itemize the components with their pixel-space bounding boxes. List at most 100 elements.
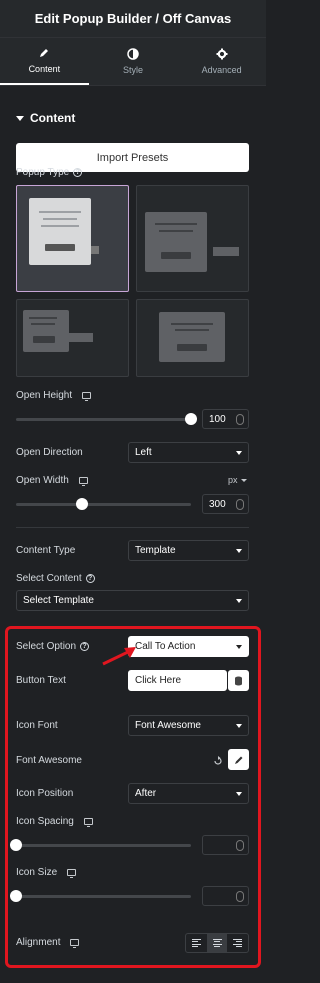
open-height-input[interactable]: 100 bbox=[202, 409, 249, 429]
icon-font-value: Font Awesome bbox=[135, 720, 201, 731]
align-left-button[interactable] bbox=[186, 934, 207, 952]
gear-icon bbox=[216, 48, 228, 60]
content-type-select[interactable]: Template bbox=[128, 540, 249, 561]
icon-picker-button[interactable] bbox=[228, 749, 249, 770]
preview-line bbox=[29, 317, 57, 319]
select-option-label-row: Select Option ? bbox=[16, 641, 90, 652]
stepper-icon[interactable] bbox=[236, 414, 244, 425]
icon-position-label: Icon Position bbox=[16, 788, 74, 799]
popup-type-label: Popup Type bbox=[16, 167, 70, 178]
tab-style[interactable]: Style bbox=[89, 38, 178, 85]
popup-type-option-small-left[interactable] bbox=[16, 299, 129, 377]
open-height-label-row: Open Height bbox=[16, 390, 92, 401]
stepper-icon[interactable] bbox=[236, 840, 244, 851]
icon-position-select[interactable]: After bbox=[128, 783, 249, 804]
unit-selector[interactable]: px bbox=[228, 475, 247, 485]
select-template-select[interactable]: Select Template bbox=[16, 590, 249, 611]
stepper-icon[interactable] bbox=[236, 499, 244, 510]
popup-type-label-row: Popup Type ? bbox=[16, 167, 83, 178]
slider-handle[interactable] bbox=[10, 890, 22, 902]
preview-line bbox=[155, 223, 197, 225]
unit-value: px bbox=[228, 475, 238, 485]
select-template-value: Select Template bbox=[23, 595, 94, 606]
toggle-tab-shape bbox=[91, 246, 99, 254]
preview-line bbox=[43, 218, 77, 220]
reset-icon[interactable] bbox=[213, 756, 223, 766]
open-width-input[interactable]: 300 bbox=[202, 494, 249, 514]
preview-line bbox=[31, 323, 55, 325]
icon-size-slider[interactable] bbox=[10, 890, 191, 902]
section-toggle-content[interactable]: Content bbox=[16, 111, 75, 125]
select-content-label: Select Content bbox=[16, 573, 82, 584]
chevron-down-icon bbox=[236, 792, 242, 796]
icon-position-value: After bbox=[135, 788, 157, 799]
tab-advanced[interactable]: Advanced bbox=[177, 38, 266, 85]
desktop-icon bbox=[78, 477, 88, 486]
chevron-down-icon bbox=[236, 724, 242, 728]
slider-handle[interactable] bbox=[76, 498, 88, 510]
icon-spacing-input[interactable] bbox=[202, 835, 249, 855]
section-title: Content bbox=[30, 111, 76, 125]
popup-type-option-center[interactable] bbox=[16, 185, 129, 292]
select-option-select[interactable]: Call To Action bbox=[128, 636, 249, 657]
desktop-icon bbox=[67, 869, 77, 878]
slider-handle[interactable] bbox=[185, 413, 197, 425]
button-text-value: Click Here bbox=[135, 675, 182, 686]
preview-button bbox=[33, 336, 55, 343]
chevron-down-icon bbox=[236, 599, 242, 603]
dynamic-tags-button[interactable] bbox=[228, 670, 249, 691]
desktop-icon bbox=[83, 818, 93, 827]
icon-size-label-row: Icon Size bbox=[16, 867, 77, 878]
chevron-down-icon bbox=[236, 645, 242, 649]
icon-font-label: Icon Font bbox=[16, 720, 58, 731]
open-height-label: Open Height bbox=[16, 390, 73, 401]
chevron-down-icon bbox=[236, 549, 242, 553]
preview-line bbox=[39, 211, 81, 213]
select-option-value: Call To Action bbox=[135, 641, 196, 652]
pencil-icon bbox=[234, 756, 242, 764]
help-icon: ? bbox=[85, 574, 95, 583]
desktop-icon bbox=[70, 939, 80, 948]
alignment-label-row: Alignment bbox=[16, 937, 80, 948]
button-text-input[interactable]: Click Here bbox=[128, 670, 227, 691]
red-arrow-icon bbox=[102, 647, 136, 666]
align-center-button[interactable] bbox=[206, 934, 228, 952]
icon-spacing-slider[interactable] bbox=[10, 839, 191, 851]
select-option-label: Select Option bbox=[16, 641, 77, 652]
alignment-label: Alignment bbox=[16, 937, 61, 948]
pencil-icon bbox=[40, 49, 49, 57]
preview-line bbox=[41, 225, 79, 227]
open-direction-value: Left bbox=[135, 447, 152, 458]
stepper-icon[interactable] bbox=[236, 891, 244, 902]
desktop-icon bbox=[82, 392, 92, 401]
content-type-label: Content Type bbox=[16, 545, 76, 556]
align-left-icon bbox=[191, 939, 201, 947]
help-icon: ? bbox=[80, 642, 90, 651]
contrast-icon bbox=[127, 48, 139, 60]
tab-advanced-label: Advanced bbox=[201, 65, 242, 75]
content-type-value: Template bbox=[135, 545, 176, 556]
preview-button bbox=[45, 244, 75, 251]
icon-size-label: Icon Size bbox=[16, 867, 58, 878]
popup-type-option-side-right[interactable] bbox=[136, 185, 249, 292]
align-right-button[interactable] bbox=[227, 934, 248, 952]
open-height-slider[interactable] bbox=[16, 413, 197, 425]
tab-content[interactable]: Content bbox=[0, 38, 89, 85]
preview-button bbox=[161, 252, 191, 259]
slider-handle[interactable] bbox=[10, 839, 22, 851]
tab-bar: Content Style Advanced bbox=[0, 38, 266, 86]
alignment-choices bbox=[185, 933, 249, 953]
database-icon bbox=[235, 676, 242, 685]
open-direction-label: Open Direction bbox=[16, 447, 83, 458]
popup-type-option-bottom[interactable] bbox=[136, 299, 249, 377]
open-width-slider[interactable] bbox=[16, 498, 191, 510]
preview-line bbox=[171, 323, 213, 325]
panel-title: Edit Popup Builder / Off Canvas bbox=[34, 11, 232, 26]
open-direction-select[interactable]: Left bbox=[128, 442, 249, 463]
chevron-down-icon bbox=[240, 478, 247, 482]
icon-size-input[interactable] bbox=[202, 886, 249, 906]
icon-spacing-label-row: Icon Spacing bbox=[16, 816, 93, 827]
icon-spacing-label: Icon Spacing bbox=[16, 816, 74, 827]
open-width-label: Open Width bbox=[16, 475, 69, 486]
icon-font-select[interactable]: Font Awesome bbox=[128, 715, 249, 736]
